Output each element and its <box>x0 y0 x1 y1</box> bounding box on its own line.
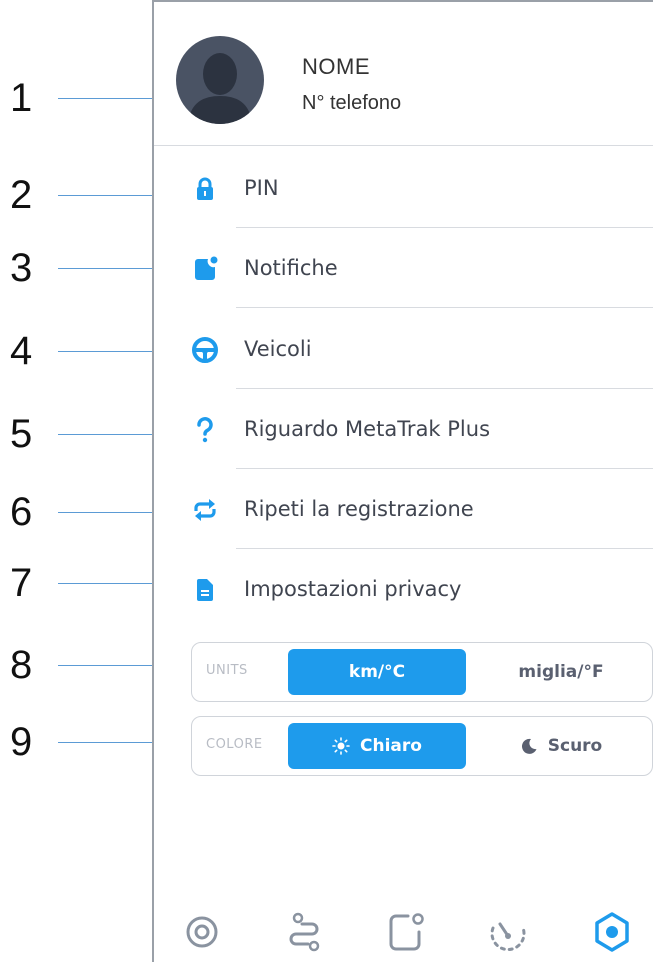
bottom-tab-bar <box>154 902 653 962</box>
settings-hex-icon[interactable] <box>590 910 634 954</box>
repeat-icon <box>194 499 216 521</box>
callout-line <box>58 268 166 269</box>
avatar[interactable] <box>176 36 264 124</box>
menu-item-label: Ripeti la registrazione <box>244 497 474 521</box>
callout-number: 7 <box>10 561 33 605</box>
light-mode-label: Chiaro <box>360 736 422 756</box>
units-imperial-option[interactable]: miglia/°F <box>472 649 650 695</box>
callout-7: 7 <box>0 561 166 605</box>
menu-item-veicoli[interactable]: Veicoli <box>154 309 653 389</box>
question-icon <box>197 417 213 443</box>
callout-line <box>58 434 166 435</box>
units-metric-label: km/°C <box>348 662 406 682</box>
callout-number: 3 <box>10 246 33 290</box>
color-mode-toggle: COLORE Chiaro Scuro <box>191 716 653 776</box>
callout-6: 6 <box>0 490 166 534</box>
callout-2: 2 <box>0 173 166 217</box>
target-icon[interactable] <box>180 910 224 954</box>
color-mode-label: COLORE <box>206 737 263 752</box>
person-icon <box>188 53 252 124</box>
callout-number: 6 <box>10 490 33 534</box>
menu-item-label: Veicoli <box>244 337 312 361</box>
callout-number: 8 <box>10 643 33 687</box>
route-icon[interactable] <box>282 910 326 954</box>
callout-line <box>58 665 166 666</box>
callout-line <box>58 583 166 584</box>
callout-line <box>58 195 166 196</box>
units-toggle: UNITS km/°C miglia/°F <box>191 642 653 702</box>
callout-number: 9 <box>10 720 33 764</box>
callout-line <box>58 351 166 352</box>
menu-item-pin[interactable]: PIN <box>154 148 653 228</box>
units-label: UNITS <box>206 663 248 678</box>
callout-5: 5 <box>0 412 166 456</box>
moon-icon <box>521 738 537 754</box>
menu-item-label: Impostazioni privacy <box>244 577 462 601</box>
callout-9: 9 <box>0 720 166 764</box>
dark-mode-option[interactable]: Scuro <box>472 723 650 769</box>
units-imperial-label: miglia/°F <box>518 662 604 682</box>
callout-number: 2 <box>10 173 33 217</box>
document-icon <box>197 579 213 601</box>
light-mode-option[interactable]: Chiaro <box>288 723 466 769</box>
callout-1: 1 <box>0 76 166 120</box>
notification-icon <box>195 256 218 280</box>
menu-item-riguardo[interactable]: Riguardo MetaTrak Plus <box>154 389 653 469</box>
menu-item-ripeti-registrazione[interactable]: Ripeti la registrazione <box>154 469 653 549</box>
lock-icon <box>197 177 213 200</box>
menu-item-label: Notifiche <box>244 256 338 280</box>
profile-name: NOME <box>302 54 370 79</box>
menu-item-notifiche[interactable]: Notifiche <box>154 228 653 308</box>
steering-wheel-icon <box>192 337 218 363</box>
callout-line <box>58 98 166 99</box>
callout-number: 4 <box>10 329 33 373</box>
callout-line <box>58 512 166 513</box>
settings-drawer: NOME N° telefono PIN Notifiche Veicoli R… <box>152 0 653 962</box>
units-metric-option[interactable]: km/°C <box>288 649 466 695</box>
callout-4: 4 <box>0 329 166 373</box>
menu-item-label: PIN <box>244 176 279 200</box>
callout-line <box>58 742 166 743</box>
speedometer-icon[interactable] <box>486 910 530 954</box>
divider <box>236 307 653 308</box>
sun-icon <box>332 737 350 755</box>
profile-header[interactable]: NOME N° telefono <box>154 0 653 146</box>
square-dot-icon[interactable] <box>384 910 428 954</box>
callout-8: 8 <box>0 643 166 687</box>
callout-number: 5 <box>10 412 33 456</box>
profile-phone: N° telefono <box>302 92 402 114</box>
menu-item-label: Riguardo MetaTrak Plus <box>244 417 491 441</box>
callout-number: 1 <box>10 76 33 120</box>
menu-item-privacy[interactable]: Impostazioni privacy <box>154 549 653 629</box>
callout-3: 3 <box>0 246 166 290</box>
dark-mode-label: Scuro <box>547 736 603 756</box>
